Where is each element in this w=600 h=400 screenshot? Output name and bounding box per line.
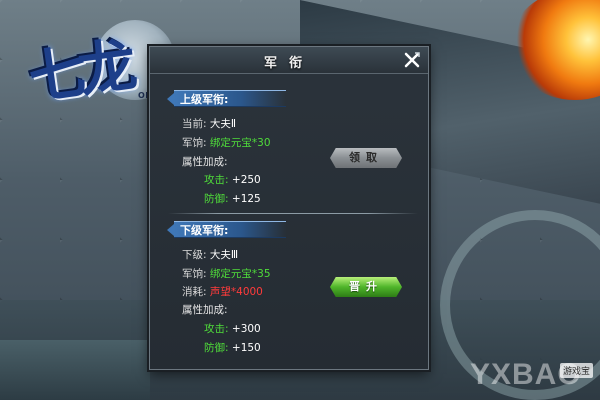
promote-button[interactable]: 晋升 [330, 277, 402, 297]
lower-attack-label: 攻击: [204, 323, 229, 335]
military-rank-dialog: 军衔 上级军衔: 当前: 大夫Ⅱ 军饷: 绑定元宝*30 属性加成: 攻击: +… [149, 46, 429, 370]
lower-attack-row: 攻击: +300 [204, 321, 261, 336]
section-divider [168, 213, 418, 214]
lower-salary-value: 绑定元宝*35 [209, 268, 271, 280]
next-rank-row: 下级: 大夫Ⅲ [182, 247, 238, 262]
upper-defense-row: 防御: +125 [204, 191, 261, 206]
upper-rank-header: 上级军衔: [167, 90, 286, 107]
upper-defense-label: 防御: [204, 193, 229, 205]
upper-attack-row: 攻击: +250 [204, 172, 261, 187]
lower-defense-row: 防御: +150 [204, 340, 261, 355]
stone-pillar [0, 340, 150, 400]
lower-attack-value: +300 [231, 323, 261, 335]
cost-row: 消耗: 声望*4000 [182, 284, 263, 299]
close-icon[interactable] [402, 50, 422, 70]
current-rank-row: 当前: 大夫Ⅱ [182, 116, 236, 131]
upper-defense-value: +125 [231, 193, 261, 205]
current-rank-label: 当前: [182, 118, 207, 130]
upper-attr-label: 属性加成: [182, 156, 228, 168]
upper-salary-value: 绑定元宝*30 [209, 137, 271, 149]
upper-attack-value: +250 [231, 174, 261, 186]
lower-defense-label: 防御: [204, 342, 229, 354]
dialog-title: 军衔 [263, 56, 314, 71]
lower-rank-header: 下级军衔: [167, 221, 286, 238]
lower-salary-label: 军饷: [182, 268, 207, 280]
cost-label: 消耗: [182, 286, 207, 298]
next-rank-value: 大夫Ⅲ [209, 249, 239, 261]
lower-salary-row: 军饷: 绑定元宝*35 [182, 266, 271, 281]
site-watermark-tag: 游戏宝 [560, 363, 594, 378]
current-rank-value: 大夫Ⅱ [209, 118, 237, 130]
upper-salary-label: 军饷: [182, 137, 207, 149]
logo-mark: 七龙 [24, 31, 133, 113]
cost-value: 声望*4000 [209, 286, 263, 298]
dialog-titlebar: 军衔 [150, 47, 428, 74]
upper-salary-row: 军饷: 绑定元宝*30 [182, 135, 271, 150]
claim-button[interactable]: 领取 [330, 148, 402, 168]
lower-attr-label: 属性加成: [182, 304, 228, 316]
upper-attack-label: 攻击: [204, 174, 229, 186]
next-rank-label: 下级: [182, 249, 207, 261]
lower-defense-value: +150 [231, 342, 261, 354]
